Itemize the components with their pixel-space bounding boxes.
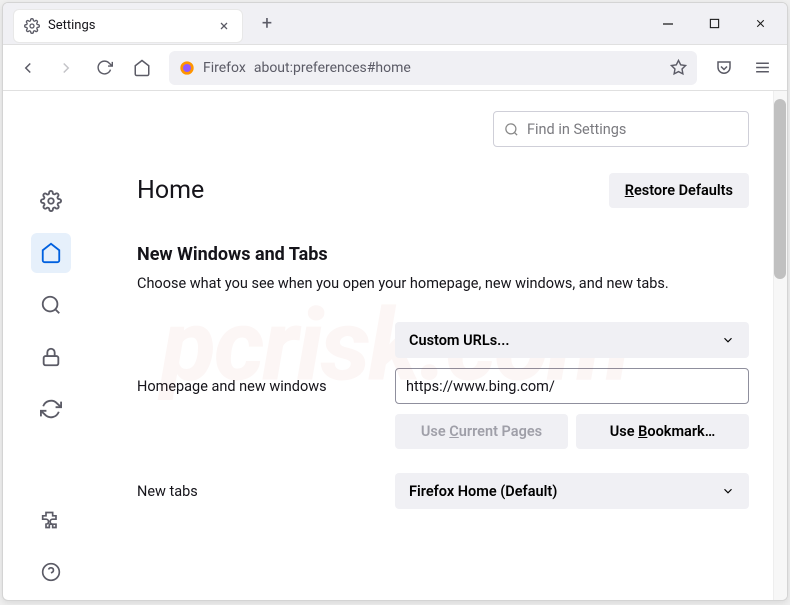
- homepage-label: Homepage and new windows: [137, 378, 395, 395]
- close-icon[interactable]: [216, 18, 232, 34]
- use-bookmark-button[interactable]: Use Bookmark…: [576, 414, 749, 449]
- url-bar[interactable]: Firefox about:preferences#home: [169, 51, 697, 85]
- homepage-dropdown[interactable]: Custom URLs...: [395, 322, 749, 358]
- scrollbar[interactable]: [773, 91, 787, 600]
- sidebar-search[interactable]: [31, 285, 71, 325]
- titlebar: Settings +: [3, 3, 787, 45]
- settings-main: Find in Settings Home Restore Defaults N…: [99, 91, 787, 600]
- homepage-url-input[interactable]: [395, 368, 749, 404]
- newtabs-dropdown[interactable]: Firefox Home (Default): [395, 473, 749, 509]
- firefox-icon: [179, 60, 195, 76]
- search-icon: [504, 122, 519, 137]
- section-desc: Choose what you see when you open your h…: [137, 275, 749, 292]
- use-current-pages-button[interactable]: Use Current Pages: [395, 414, 568, 449]
- scrollbar-thumb[interactable]: [774, 99, 786, 279]
- sidebar-general[interactable]: [31, 181, 71, 221]
- restore-defaults-button[interactable]: Restore Defaults: [609, 173, 749, 208]
- sidebar-help[interactable]: [31, 552, 71, 592]
- sidebar-privacy[interactable]: [31, 337, 71, 377]
- dropdown-value: Firefox Home (Default): [409, 483, 557, 500]
- dropdown-value: Custom URLs...: [409, 332, 510, 349]
- toolbar: Firefox about:preferences#home: [3, 45, 787, 91]
- gear-icon: [24, 18, 40, 34]
- page-title: Home: [137, 176, 204, 205]
- bookmark-star-icon[interactable]: [670, 59, 687, 76]
- back-button[interactable]: [11, 51, 45, 85]
- search-input[interactable]: Find in Settings: [493, 111, 749, 147]
- chevron-down-icon: [721, 333, 735, 347]
- search-placeholder: Find in Settings: [527, 121, 626, 138]
- sidebar-sync[interactable]: [31, 389, 71, 429]
- reload-button[interactable]: [87, 51, 121, 85]
- tab-title: Settings: [48, 18, 216, 33]
- close-window-button[interactable]: [737, 3, 783, 45]
- pocket-icon[interactable]: [707, 51, 741, 85]
- sidebar-extensions[interactable]: [31, 500, 71, 540]
- forward-button[interactable]: [49, 51, 83, 85]
- new-tab-button[interactable]: +: [251, 8, 283, 40]
- chevron-down-icon: [721, 484, 735, 498]
- section-title: New Windows and Tabs: [137, 244, 749, 265]
- sidebar-home[interactable]: [31, 233, 71, 273]
- menu-button[interactable]: [745, 51, 779, 85]
- home-button[interactable]: [125, 51, 159, 85]
- settings-sidebar: [3, 91, 99, 600]
- newtabs-label: New tabs: [137, 483, 395, 500]
- minimize-button[interactable]: [645, 3, 691, 45]
- maximize-button[interactable]: [691, 3, 737, 45]
- firefox-label: Firefox: [203, 60, 246, 76]
- url-text: about:preferences#home: [254, 60, 670, 76]
- browser-tab[interactable]: Settings: [13, 9, 243, 43]
